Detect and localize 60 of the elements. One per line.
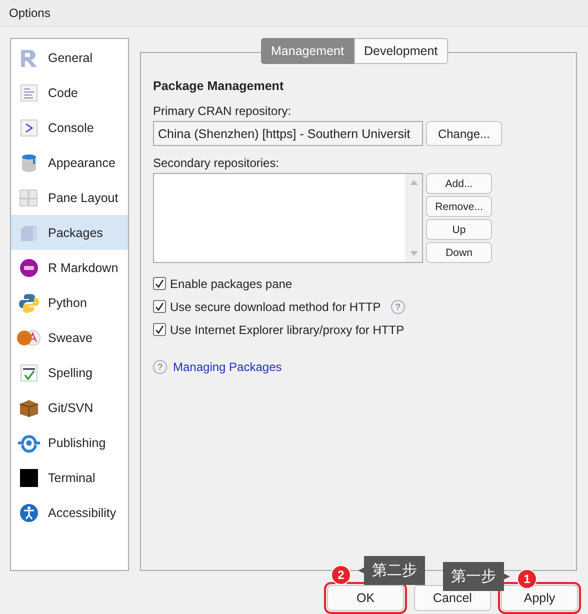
sidebar-item[interactable]: Console: [11, 110, 128, 145]
section-heading: Package Management: [153, 79, 285, 93]
checkmark-icon: [155, 302, 164, 311]
sidebar-item[interactable]: Code: [11, 75, 128, 110]
r-letter-icon: [18, 48, 40, 68]
sidebar-item[interactable]: Terminal: [11, 460, 128, 495]
step-tooltip: 第一步: [443, 562, 510, 591]
checkbox-label: Use secure download method for HTTP: [170, 300, 381, 314]
sidebar-item[interactable]: Python: [11, 285, 128, 320]
change-button[interactable]: Change...: [426, 121, 502, 146]
checkbox-label: Enable packages pane: [170, 276, 292, 290]
terminal-square-icon: [19, 468, 39, 488]
sidebar-item[interactable]: Appearance: [11, 145, 128, 180]
publish-eye-icon: [17, 432, 41, 452]
dialog-button[interactable]: OK: [327, 585, 404, 611]
field-label: Secondary repositories:: [153, 156, 280, 170]
sidebar-item[interactable]: Sweave: [11, 320, 128, 355]
checkbox[interactable]: [153, 323, 166, 336]
pane-layout-icon: [18, 188, 40, 208]
sidebar-item[interactable]: Spelling: [11, 355, 128, 390]
cardboard-box-icon: [18, 398, 40, 418]
tab[interactable]: Development: [354, 38, 448, 64]
checkbox[interactable]: [153, 300, 166, 313]
sweave-pdf-icon: [17, 328, 41, 348]
step-tooltip: 第二步: [358, 556, 425, 585]
sidebar-item[interactable]: Pane Layout: [11, 180, 128, 215]
field-label: Primary CRAN repository:: [153, 104, 292, 118]
checkbox[interactable]: [153, 277, 166, 290]
step-badge: 1: [517, 569, 537, 589]
sidebar-item[interactable]: General: [11, 40, 128, 75]
scroll-up-icon: [410, 180, 418, 185]
accessibility-person-icon: [19, 502, 39, 522]
checkbox-label: Use Internet Explorer library/proxy for HTTP: [170, 322, 404, 336]
rmd-circle-icon: [19, 258, 39, 278]
list-button[interactable]: Up: [426, 219, 492, 240]
sidebar-item[interactable]: Git/SVN: [11, 390, 128, 425]
repository-field[interactable]: China (Shenzhen) [https] - Southern Universit: [153, 121, 423, 146]
console-prompt-icon: [19, 118, 39, 138]
dialog-button[interactable]: Apply: [501, 585, 578, 611]
paint-bucket-icon: [19, 152, 39, 172]
window-title: Options: [9, 6, 50, 20]
scroll-down-icon: [410, 251, 418, 256]
help-icon: ?: [153, 360, 167, 374]
checkmark-icon: [155, 325, 164, 334]
help-link[interactable]: Managing Packages: [173, 360, 282, 374]
sidebar-item[interactable]: R Markdown: [11, 250, 128, 285]
step-badge: 2: [331, 565, 351, 585]
list-button[interactable]: Add...: [426, 173, 492, 194]
tab[interactable]: Management: [261, 38, 354, 64]
spelling-check-icon: [19, 362, 39, 382]
python-snake-icon: [19, 292, 39, 312]
code-document-icon: [19, 82, 39, 102]
sidebar-item[interactable]: Accessibility: [11, 495, 128, 530]
sidebar-item[interactable]: Publishing: [11, 425, 128, 460]
list-button[interactable]: Down: [426, 242, 492, 263]
help-icon[interactable]: ?: [390, 300, 405, 314]
list-button[interactable]: Remove...: [426, 196, 492, 217]
scroll-bar[interactable]: [405, 174, 422, 262]
sidebar-item[interactable]: Packages: [11, 215, 128, 250]
checkmark-icon: [155, 279, 164, 288]
